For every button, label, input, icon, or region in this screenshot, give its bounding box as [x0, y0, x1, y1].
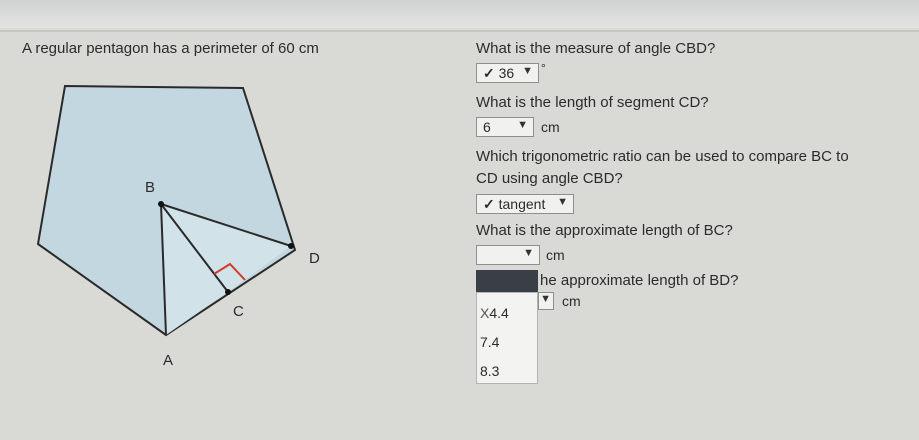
length-bd-select[interactable]: ▼ — [538, 292, 554, 310]
question-trig-ratio-line2: CD using angle CBD? — [476, 170, 623, 187]
label-d: D — [309, 250, 320, 267]
angle-cbd-value: 36 — [498, 65, 515, 81]
chevron-down-icon: ▼ — [540, 293, 551, 305]
point-c — [225, 289, 231, 295]
chevron-down-icon: ▼ — [517, 119, 528, 131]
length-cd-select[interactable]: 6 ▼ — [476, 117, 534, 137]
question-length-cd: What is the length of segment CD? — [476, 94, 709, 111]
option-label: 8.3 — [480, 363, 500, 379]
bc-unit: cm — [546, 247, 565, 263]
question-trig-ratio-line1: Which trigonometric ratio can be used to… — [476, 148, 849, 165]
bd-unit: cm — [562, 293, 581, 309]
option-label: 7.4 — [480, 334, 500, 350]
label-a: A — [163, 352, 173, 369]
question-angle-cbd: What is the measure of angle CBD? — [476, 40, 716, 57]
chevron-down-icon: ▼ — [522, 65, 533, 77]
question-length-bc: What is the approximate length of BC? — [476, 222, 733, 239]
cd-unit: cm — [541, 119, 560, 135]
option-7-4[interactable]: 7.4 — [480, 334, 499, 350]
wrong-x-icon: X — [480, 305, 490, 321]
chevron-down-icon: ▼ — [557, 196, 568, 208]
pentagon-diagram: B D C A — [36, 84, 320, 369]
option-8-3[interactable]: 8.3 — [480, 363, 499, 379]
length-bc-select[interactable]: ▼ — [476, 245, 540, 265]
point-b — [158, 201, 164, 207]
option-4-4[interactable]: X4.4 — [480, 305, 509, 321]
highlight-bar — [476, 270, 538, 292]
top-bar — [0, 0, 919, 28]
label-b: B — [145, 179, 155, 196]
correct-check-icon: ✓ — [483, 196, 495, 212]
degree-unit: ° — [541, 61, 546, 75]
correct-check-icon: ✓ — [483, 65, 495, 81]
label-c: C — [233, 303, 244, 320]
trig-ratio-select[interactable]: ✓ tangent ▼ — [476, 194, 574, 214]
angle-cbd-select[interactable]: ✓ 36 ▼ — [476, 63, 539, 83]
point-d — [288, 243, 294, 249]
question-length-bd: he approximate length of BD? — [540, 272, 739, 289]
trig-ratio-value: tangent — [498, 196, 546, 212]
option-label: 4.4 — [489, 305, 509, 321]
chevron-down-icon: ▼ — [523, 247, 534, 259]
length-cd-value: 6 — [483, 119, 491, 135]
